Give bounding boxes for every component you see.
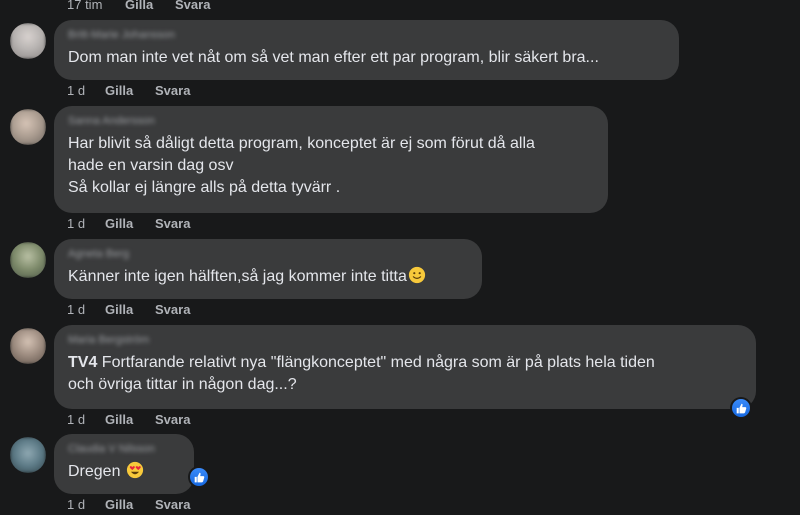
comment-line: hade en varsin dag osv: [68, 157, 234, 174]
comment-text: Dom man inte vet nåt om så vet man efter…: [68, 47, 665, 69]
slightly-smiling-face-icon: [408, 266, 425, 284]
comment-meta: 17 tim Gilla Svara: [67, 0, 210, 12]
comment-time[interactable]: 17 tim: [67, 0, 125, 12]
comment-meta: 1 d Gilla Svara: [67, 412, 190, 427]
avatar[interactable]: [10, 23, 46, 59]
comment-bubble: Britt-Marie Johansson Dom man inte vet n…: [54, 20, 679, 80]
like-action[interactable]: Gilla: [105, 83, 155, 98]
comment-bubble: Agneta Berg Känner inte igen hälften,så …: [54, 239, 482, 299]
like-action[interactable]: Gilla: [105, 216, 155, 231]
comment-meta: 1 d Gilla Svara: [67, 83, 190, 98]
like-icon: [194, 472, 204, 482]
comment-time[interactable]: 1 d: [67, 302, 105, 317]
comment-bubble: Maria Bergström TV4 Fortfarande relativt…: [54, 325, 756, 409]
comment-line: och övriga tittar in någon dag...?: [68, 376, 297, 393]
like-action[interactable]: Gilla: [105, 302, 155, 317]
comment-line: Fortfarande relativt nya "flängkonceptet…: [97, 354, 655, 371]
like-action[interactable]: Gilla: [125, 0, 175, 12]
comment-feed: 17 tim Gilla Svara Britt-Marie Johansson D…: [0, 0, 800, 515]
comment-time[interactable]: 1 d: [67, 216, 105, 231]
mention-tag[interactable]: TV4: [68, 354, 97, 371]
comment-line: Känner inte igen hälften,så jag kommer i…: [68, 268, 407, 285]
comment-meta: 1 d Gilla Svara: [67, 216, 190, 231]
reply-action[interactable]: Svara: [155, 497, 190, 512]
comment-time[interactable]: 1 d: [67, 497, 105, 512]
comment-bubble: Sanna Andersson Har blivit så dåligt det…: [54, 106, 608, 213]
reaction-badge[interactable]: [730, 397, 752, 419]
comment-line: Dom man inte vet nåt om så vet man efter…: [68, 49, 599, 66]
reply-action[interactable]: Svara: [175, 0, 210, 12]
comment-time[interactable]: 1 d: [67, 412, 105, 427]
comment-author[interactable]: Agneta Berg: [68, 247, 468, 261]
comment-line: Dregen: [68, 463, 121, 480]
avatar[interactable]: [10, 242, 46, 278]
comment-text: Har blivit så dåligt detta program, konc…: [68, 133, 594, 199]
comment-time[interactable]: 1 d: [67, 83, 105, 98]
heart-eyes-face-icon: [126, 461, 144, 479]
comment-author[interactable]: Britt-Marie Johansson: [68, 28, 665, 42]
reply-action[interactable]: Svara: [155, 83, 190, 98]
comment-line: Så kollar ej längre alls på detta tyvärr…: [68, 179, 341, 196]
comment-author[interactable]: Maria Bergström: [68, 333, 742, 347]
comment-bubble: Claudia V Nilsson Dregen: [54, 434, 194, 494]
like-action[interactable]: Gilla: [105, 497, 155, 512]
avatar[interactable]: [10, 328, 46, 364]
avatar[interactable]: [10, 437, 46, 473]
comment-text: Känner inte igen hälften,så jag kommer i…: [68, 266, 468, 288]
avatar[interactable]: [10, 109, 46, 145]
reply-action[interactable]: Svara: [155, 302, 190, 317]
comment-meta: 1 d Gilla Svara: [67, 497, 190, 512]
like-action[interactable]: Gilla: [105, 412, 155, 427]
comment-text: Dregen: [68, 461, 180, 483]
comment-author[interactable]: Claudia V Nilsson: [68, 442, 180, 456]
comment-line: Har blivit så dåligt detta program, konc…: [68, 135, 535, 152]
comment-meta: 1 d Gilla Svara: [67, 302, 190, 317]
comment-author[interactable]: Sanna Andersson: [68, 114, 594, 128]
comment-text: TV4 Fortfarande relativt nya "flängkonce…: [68, 352, 742, 396]
reply-action[interactable]: Svara: [155, 216, 190, 231]
like-icon: [736, 403, 746, 413]
reply-action[interactable]: Svara: [155, 412, 190, 427]
reaction-badge[interactable]: [188, 466, 210, 488]
